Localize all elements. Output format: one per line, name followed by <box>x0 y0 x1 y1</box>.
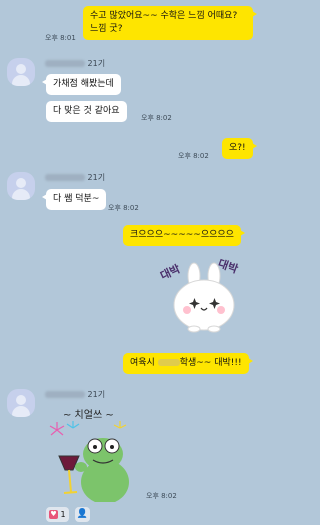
frog-sticker-image <box>49 421 129 502</box>
message-bubble-mine[interactable]: 크으으으~~~~~으으으으 <box>123 225 245 246</box>
message-time: 오후 8:02 <box>108 204 139 212</box>
reaction-heart[interactable]: ♥ 1 <box>46 507 69 522</box>
blurred-name <box>45 174 85 181</box>
heart-icon: ♥ <box>49 510 58 519</box>
avatar-head-shape <box>16 395 26 405</box>
message-bubble-other[interactable]: 다 맞은 것 같아요 <box>46 101 127 122</box>
message-bubble-mine[interactable]: 여육시 학생~~ 대박!!! <box>123 353 253 374</box>
person-icon: 👤 <box>76 509 89 519</box>
blurred-name <box>45 60 85 67</box>
avatar-head-shape <box>16 178 26 188</box>
sender-name: 21기 <box>45 58 105 69</box>
sticker-frog[interactable]: ~ 치얼쓰 ~ <box>45 404 140 502</box>
sticker-rabbit[interactable]: 대박 대박 <box>158 250 253 345</box>
blurred-name <box>157 359 180 366</box>
message-time: 오후 8:01 <box>45 34 76 42</box>
message-time: 오후 8:02 <box>178 152 209 160</box>
sender-name: 21기 <box>45 172 105 183</box>
message-time: 오후 8:02 <box>146 492 177 500</box>
avatar-body-shape <box>12 189 30 200</box>
avatar[interactable] <box>7 389 35 417</box>
sticker-text: ~ 치얼쓰 ~ <box>63 410 114 421</box>
avatar-body-shape <box>12 75 30 86</box>
message-bubble-other[interactable]: 가채점 해봤는데 <box>42 74 121 95</box>
avatar[interactable] <box>7 58 35 86</box>
message-bubble-mine[interactable]: 수고 많았어요~~ 수학은 느낌 어때요? 느낌 굿? <box>83 6 257 40</box>
avatar-head-shape <box>16 64 26 74</box>
add-reaction-button[interactable]: 👤 <box>75 507 90 522</box>
message-bubble-mine[interactable]: 오?! <box>222 138 257 159</box>
blurred-name <box>45 391 85 398</box>
avatar[interactable] <box>7 172 35 200</box>
message-time: 오후 8:02 <box>141 114 172 122</box>
sender-name: 21기 <box>45 389 105 400</box>
message-bubble-other[interactable]: 다 쌤 덕분~ <box>41 189 107 210</box>
avatar-body-shape <box>12 406 30 417</box>
